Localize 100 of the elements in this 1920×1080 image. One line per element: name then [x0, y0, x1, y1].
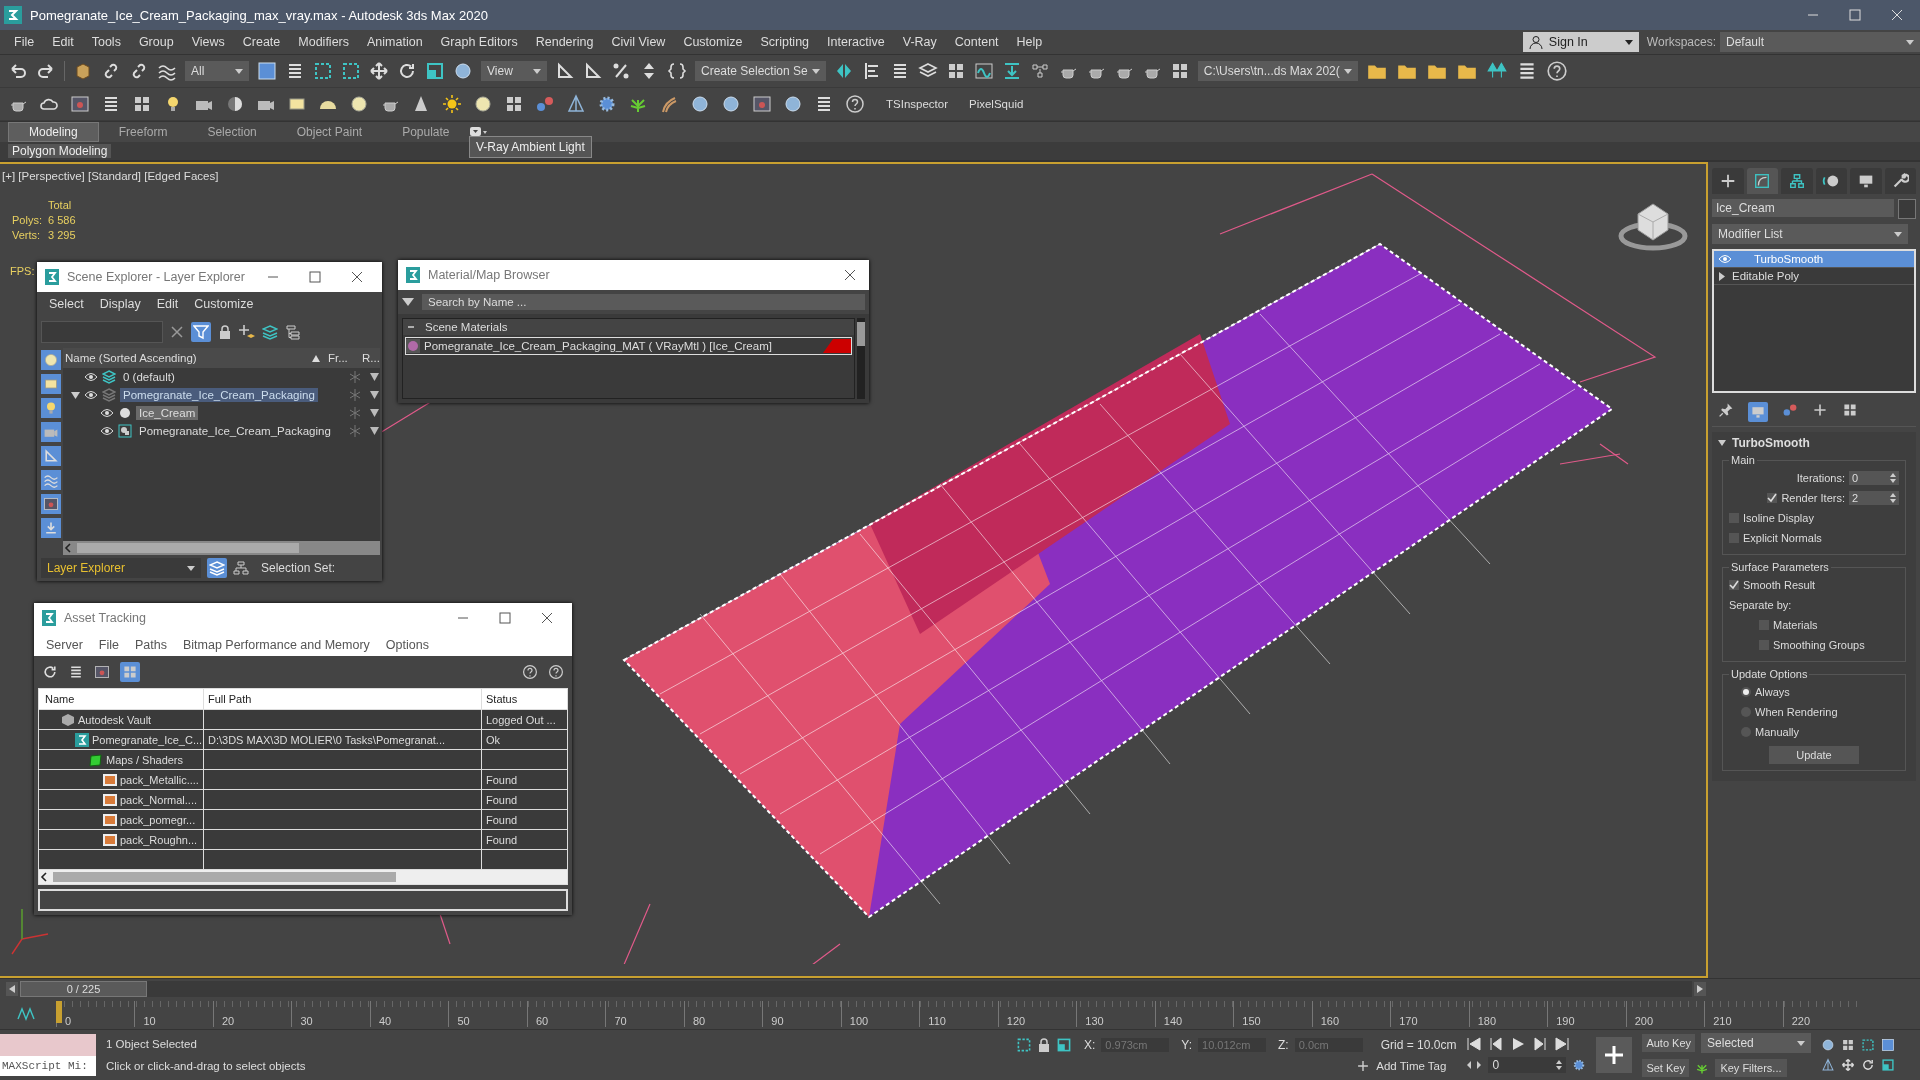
help-icon[interactable] — [548, 664, 564, 681]
caret-icon[interactable] — [1797, 1040, 1806, 1046]
hair-icon[interactable] — [659, 94, 679, 114]
snowflake-icon[interactable] — [349, 389, 361, 401]
image-icon[interactable] — [70, 94, 90, 114]
radio-button[interactable] — [1741, 687, 1751, 697]
hierarchy-icon[interactable] — [1787, 172, 1806, 190]
update-button[interactable]: Update — [1769, 746, 1859, 764]
moon-icon[interactable] — [225, 94, 245, 114]
menu-item[interactable]: Civil View — [605, 35, 678, 49]
maxscript-listener-field[interactable] — [0, 1034, 96, 1056]
menu-item[interactable]: Group — [132, 35, 186, 49]
rotate-icon[interactable] — [397, 61, 417, 81]
column-header[interactable]: Name (Sorted Ascending) — [63, 352, 312, 364]
user-icon[interactable] — [1528, 35, 1543, 49]
rect-icon[interactable] — [1861, 1038, 1876, 1052]
eye-icon[interactable] — [100, 407, 114, 419]
maxscript-field[interactable]: MAXScript Mi: — [0, 1056, 96, 1076]
scale-icon[interactable] — [425, 61, 445, 81]
close-icon[interactable] — [843, 268, 857, 282]
gear-icon[interactable] — [597, 94, 617, 114]
move-icon[interactable] — [1841, 1058, 1856, 1072]
menu-item[interactable]: Modifiers — [292, 35, 361, 49]
hierarchy-icon[interactable] — [233, 560, 249, 576]
select-icon[interactable] — [257, 61, 277, 81]
menu-item[interactable]: Tools — [85, 35, 133, 49]
key-mode-icon[interactable] — [1466, 1059, 1483, 1071]
menu-item[interactable]: Help — [1010, 35, 1055, 49]
ribbon-panel-tab[interactable]: Polygon Modeling — [8, 144, 112, 158]
rollout-title[interactable]: TurboSmooth — [1732, 436, 1810, 450]
snowflake-icon[interactable] — [349, 425, 361, 437]
previous-frame-icon[interactable] — [1488, 1037, 1505, 1051]
filter-icon[interactable] — [191, 322, 211, 342]
spinner-arrows-icon[interactable] — [1556, 1060, 1563, 1070]
ribbon-tab[interactable]: Modeling — [8, 122, 99, 142]
ribbon-tab[interactable]: Object Paint — [276, 123, 383, 141]
go-to-end-icon[interactable] — [1554, 1037, 1571, 1051]
help-icon[interactable] — [1545, 60, 1568, 82]
circle-icon[interactable] — [349, 94, 369, 114]
pyramid-icon[interactable] — [566, 94, 586, 114]
snowflake-icon[interactable] — [349, 371, 361, 383]
molecule-icon[interactable] — [535, 94, 555, 114]
plus-icon[interactable] — [1603, 1044, 1626, 1066]
menu-item[interactable]: V-Ray — [896, 35, 949, 49]
rect-icon[interactable] — [1016, 1037, 1032, 1053]
object-color-swatch[interactable] — [1898, 199, 1916, 219]
menu-item[interactable]: Options — [379, 637, 435, 652]
menu-item[interactable]: Customize — [677, 35, 755, 49]
menu-item[interactable]: Views — [185, 35, 237, 49]
lock-icon[interactable] — [1038, 1038, 1050, 1052]
menu-item[interactable]: File — [92, 637, 125, 652]
menu-item[interactable]: Scripting — [754, 35, 822, 49]
go-to-start-icon[interactable] — [1466, 1037, 1483, 1051]
tree-item[interactable]: 0 (default) — [120, 370, 178, 384]
menu-item[interactable]: Select — [43, 297, 90, 311]
iterations-spinner[interactable]: 0 — [1849, 471, 1899, 485]
undo-icon[interactable] — [8, 61, 28, 81]
menu-item[interactable]: File — [8, 35, 47, 49]
workspace-dropdown[interactable]: Default — [1720, 32, 1920, 52]
menu-item[interactable]: Interactive — [821, 35, 897, 49]
box-icon[interactable] — [73, 61, 93, 81]
collapse-arrow-icon[interactable] — [1718, 440, 1726, 446]
clear-icon[interactable] — [170, 325, 184, 339]
viewport-label[interactable]: [+] [Perspective] [Standard] [Edged Faces] — [2, 170, 219, 182]
wrench-icon[interactable] — [1891, 172, 1910, 190]
expand-arrow-icon[interactable] — [71, 390, 80, 400]
graph-icon[interactable] — [1029, 61, 1050, 81]
set-key-mode-button[interactable]: Set Key — [1642, 1059, 1689, 1077]
pyramid-icon[interactable] — [1821, 1058, 1836, 1072]
options-arrow-icon[interactable] — [402, 298, 414, 306]
ribbon-tab[interactable]: Selection — [187, 123, 277, 141]
close-icon[interactable] — [350, 270, 364, 284]
horizontal-scrollbar[interactable] — [63, 541, 380, 555]
rotate-icon[interactable] — [42, 664, 58, 681]
sphere-icon[interactable] — [453, 61, 473, 81]
layer-stack-icon[interactable] — [262, 324, 278, 340]
collapse-icon[interactable] — [407, 323, 415, 331]
viewport[interactable] — [0, 162, 1708, 978]
gear-icon[interactable] — [1572, 1058, 1587, 1072]
modifier-stack-item[interactable]: Editable Poly — [1714, 268, 1914, 285]
menu-item[interactable]: Rendering — [529, 35, 606, 49]
spinner-arrows-icon[interactable] — [1890, 493, 1896, 503]
ribbon-options-icon[interactable] — [469, 127, 488, 137]
grid-icon[interactable] — [504, 94, 524, 114]
menu-item[interactable]: Bitmap Performance and Memory — [176, 637, 376, 652]
ribbon-tab[interactable]: Populate — [382, 123, 470, 141]
caret-icon[interactable] — [533, 68, 541, 74]
expand-arrow-icon[interactable] — [1718, 271, 1726, 281]
image-icon[interactable] — [94, 664, 110, 681]
lock-icon[interactable] — [218, 325, 232, 339]
menu-item[interactable]: Content — [948, 35, 1011, 49]
caret-icon[interactable] — [1906, 39, 1914, 45]
menu-item[interactable]: Paths — [129, 637, 173, 652]
help-icon[interactable] — [522, 664, 538, 681]
snap-icon[interactable] — [555, 61, 575, 81]
toolbar-label-button[interactable]: TSInspector — [886, 98, 948, 110]
grid-icon[interactable] — [1841, 1038, 1856, 1052]
hierarchy-icon[interactable] — [285, 324, 301, 340]
grid-icon[interactable] — [132, 94, 152, 114]
auto-key-button[interactable]: Auto Key — [1642, 1034, 1696, 1052]
